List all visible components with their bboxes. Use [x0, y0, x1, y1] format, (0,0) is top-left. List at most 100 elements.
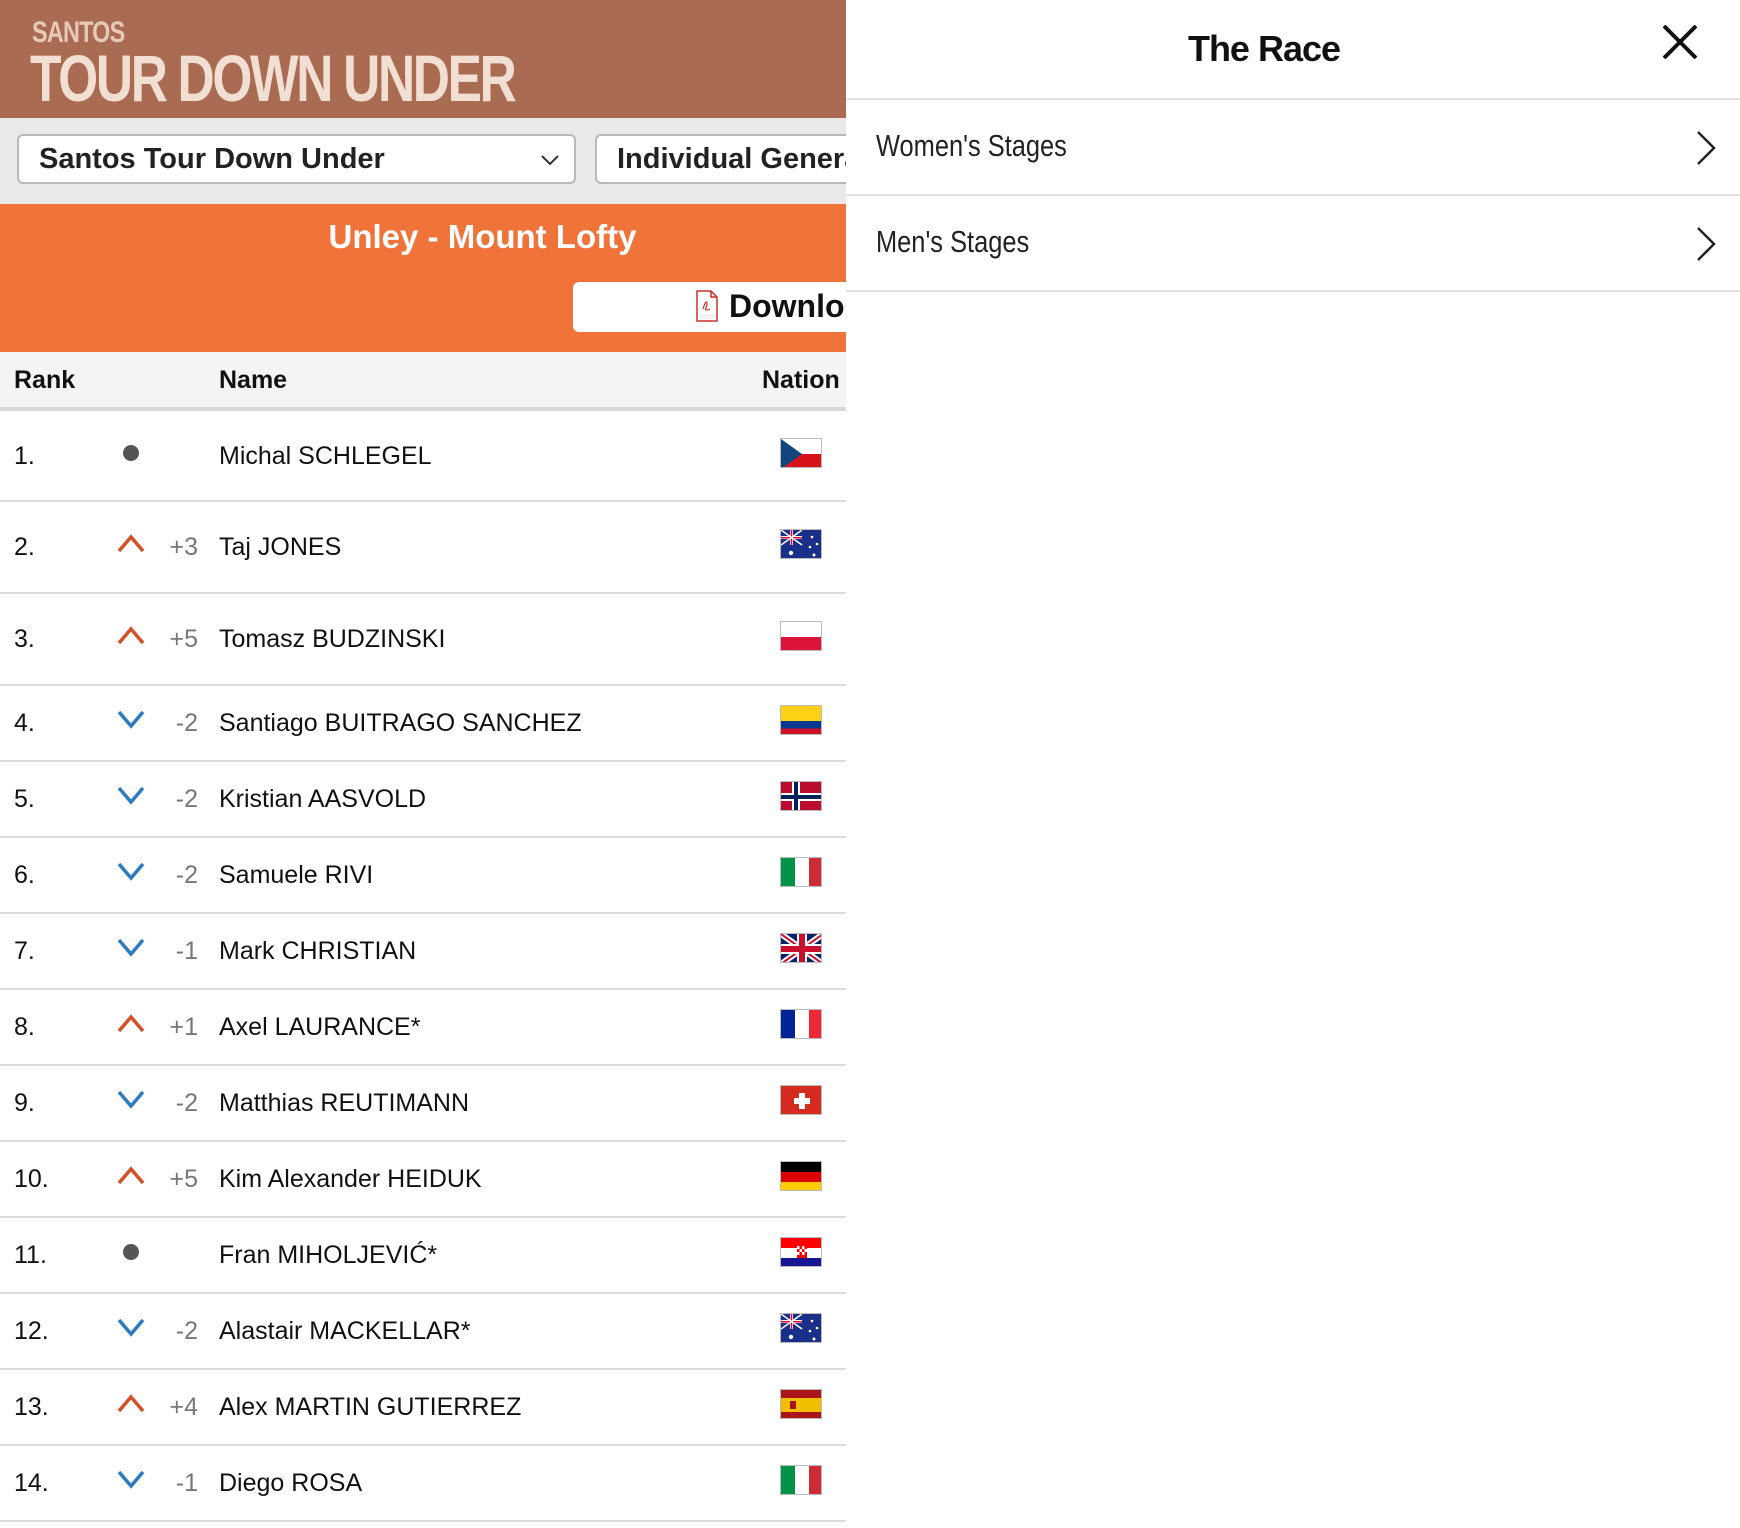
rider-name[interactable]: Kristian AASVOLD — [219, 785, 426, 814]
rider-name[interactable]: Kim Alexander HEIDUK — [219, 1165, 482, 1194]
flag-ch-icon — [780, 1085, 822, 1115]
rank-cell: 10. — [14, 1165, 49, 1193]
arrow-down-icon — [116, 783, 146, 809]
results-page: SANTOS TOUR DOWN UNDER Santos Tour Down … — [0, 0, 846, 1528]
chevron-right-icon — [1697, 131, 1716, 165]
table-row[interactable]: 5. -2 Kristian AASVOLD — [0, 762, 846, 838]
rank-cell: 12. — [14, 1317, 49, 1345]
classification-select-value: Individual Genera — [617, 143, 846, 175]
pdf-icon — [696, 290, 718, 322]
rider-name[interactable]: Michal SCHLEGEL — [219, 442, 432, 471]
table-row[interactable]: 1. Michal SCHLEGEL — [0, 411, 846, 502]
arrow-down-icon — [116, 859, 146, 885]
arrow-up-icon — [116, 1163, 146, 1189]
column-header-rank[interactable]: Rank — [14, 366, 75, 395]
rider-name[interactable]: Diego ROSA — [219, 1469, 362, 1498]
flag-no-icon — [780, 781, 822, 811]
table-row[interactable]: 7. -1 Mark CHRISTIAN — [0, 914, 846, 990]
table-row[interactable]: 14. -1 Diego ROSA — [0, 1446, 846, 1522]
classification-select[interactable]: Individual Genera — [595, 134, 846, 184]
table-row[interactable]: 13. +4 Alex MARTIN GUTIERREZ — [0, 1370, 846, 1446]
rider-name[interactable]: Alastair MACKELLAR* — [219, 1317, 470, 1346]
flag-fr-icon — [780, 1009, 822, 1039]
results-table-header: Rank Name Nation — [0, 352, 846, 411]
arrow-up-icon — [116, 1011, 146, 1037]
table-row[interactable]: 10. +5 Kim Alexander HEIDUK — [0, 1142, 846, 1218]
rider-name[interactable]: Tomasz BUDZINSKI — [219, 625, 445, 654]
flag-gb-icon — [780, 933, 822, 963]
arrow-down-icon — [116, 935, 146, 961]
flag-de-icon — [780, 1161, 822, 1191]
arrow-down-icon — [116, 1087, 146, 1113]
stage-title: Unley - Mount Lofty — [328, 218, 637, 255]
stage-banner: Unley - Mount Lofty Downlo — [0, 204, 846, 352]
position-change: +3 — [169, 533, 198, 561]
filter-bar: Santos Tour Down Under Individual Genera — [0, 118, 846, 204]
rank-cell: 5. — [14, 785, 35, 813]
logo[interactable]: TOUR DOWN UNDER — [30, 40, 517, 116]
rider-name[interactable]: Samuele RIVI — [219, 861, 373, 890]
table-row[interactable]: 3. +5 Tomasz BUDZINSKI — [0, 594, 846, 686]
rank-cell: 14. — [14, 1469, 49, 1497]
table-row[interactable]: 4. -2 Santiago BUITRAGO SANCHEZ — [0, 686, 846, 762]
position-change: -1 — [175, 937, 198, 965]
menu-item-mens-stages[interactable]: Men's Stages — [846, 196, 1740, 292]
rider-name[interactable]: Taj JONES — [219, 533, 341, 562]
rider-name[interactable]: Santiago BUITRAGO SANCHEZ — [219, 709, 582, 738]
flag-pl-icon — [780, 621, 822, 651]
arrow-down-icon — [116, 1467, 146, 1493]
download-pdf-button[interactable]: Downlo — [573, 282, 846, 332]
race-select-value: Santos Tour Down Under — [39, 143, 385, 175]
menu-item-label: Women's Stages — [876, 128, 1067, 163]
position-change: +5 — [169, 625, 198, 653]
position-change: +1 — [169, 1013, 198, 1041]
rank-cell: 8. — [14, 1013, 35, 1041]
table-row[interactable]: 8. +1 Axel LAURANCE* — [0, 990, 846, 1066]
rank-cell: 1. — [14, 442, 35, 470]
arrow-down-icon — [116, 1315, 146, 1341]
table-row[interactable]: 11. Fran MIHOLJEVIĆ* — [0, 1218, 846, 1294]
position-change: -2 — [175, 1089, 198, 1117]
rank-cell: 13. — [14, 1393, 49, 1421]
position-change: -2 — [175, 709, 198, 737]
close-icon[interactable] — [1660, 22, 1700, 62]
rank-cell: 7. — [14, 937, 35, 965]
rider-name[interactable]: Axel LAURANCE* — [219, 1013, 420, 1042]
table-row[interactable]: 2. +3 Taj JONES — [0, 502, 846, 594]
rank-cell: 11. — [14, 1241, 47, 1269]
site-header: SANTOS TOUR DOWN UNDER — [0, 0, 846, 118]
race-select[interactable]: Santos Tour Down Under — [17, 134, 576, 184]
flag-au-icon — [780, 529, 822, 559]
rider-name[interactable]: Fran MIHOLJEVIĆ* — [219, 1241, 437, 1270]
chevron-down-icon — [541, 155, 559, 166]
rider-name[interactable]: Alex MARTIN GUTIERREZ — [219, 1393, 521, 1422]
rank-cell: 3. — [14, 625, 35, 653]
position-change: -2 — [175, 785, 198, 813]
rank-cell: 9. — [14, 1089, 35, 1117]
rider-name[interactable]: Mark CHRISTIAN — [219, 937, 416, 966]
arrow-down-icon — [116, 707, 146, 733]
table-row[interactable]: 12. -2 Alastair MACKELLAR* — [0, 1294, 846, 1370]
download-label: Downlo — [729, 288, 845, 324]
table-row[interactable]: 6. -2 Samuele RIVI — [0, 838, 846, 914]
flag-it-icon — [780, 857, 822, 887]
no-change-dot-icon — [116, 1239, 146, 1265]
arrow-up-icon — [116, 531, 146, 557]
flag-it-icon — [780, 1465, 822, 1495]
no-change-dot-icon — [116, 440, 146, 466]
rank-cell: 2. — [14, 533, 35, 561]
flag-au-icon — [780, 1313, 822, 1343]
column-header-nation[interactable]: Nation — [762, 366, 840, 395]
rider-name[interactable]: Matthias REUTIMANN — [219, 1089, 469, 1118]
rank-cell: 6. — [14, 861, 35, 889]
table-row[interactable]: 9. -2 Matthias REUTIMANN — [0, 1066, 846, 1142]
position-change: -1 — [175, 1469, 198, 1497]
position-change: +5 — [169, 1165, 198, 1193]
menu-item-womens-stages[interactable]: Women's Stages — [846, 100, 1740, 196]
column-header-name[interactable]: Name — [219, 366, 287, 395]
menu-item-label: Men's Stages — [876, 224, 1030, 259]
flag-co-icon — [780, 705, 822, 735]
rank-cell: 4. — [14, 709, 35, 737]
flag-es-icon — [780, 1389, 822, 1419]
panel-title: The Race — [1187, 28, 1341, 69]
